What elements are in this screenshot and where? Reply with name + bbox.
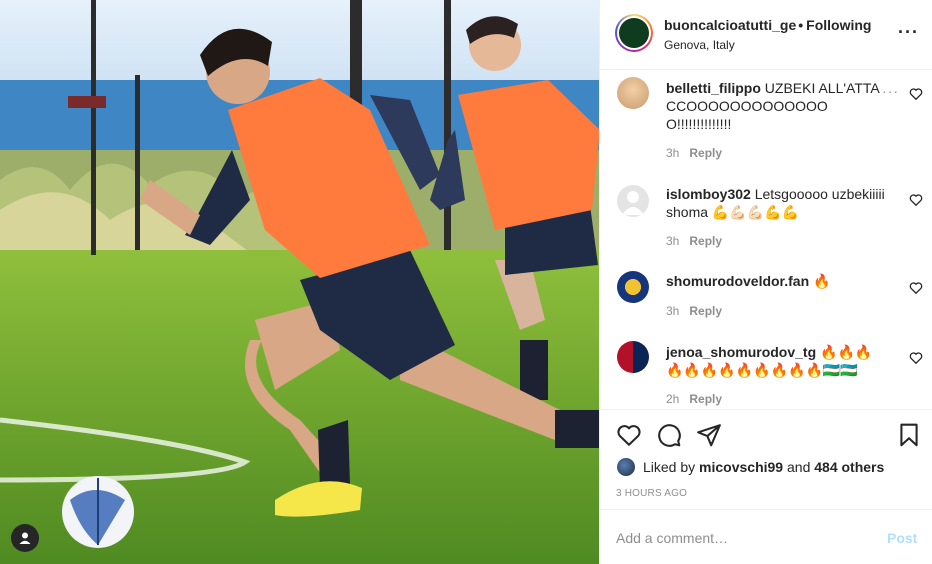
comment-time[interactable]: 3h bbox=[666, 234, 679, 248]
training-photo bbox=[0, 0, 599, 564]
post-location[interactable]: Genova, Italy bbox=[664, 38, 735, 52]
tagged-users-button[interactable] bbox=[11, 524, 39, 552]
separator-dot: • bbox=[798, 17, 804, 33]
comment-icon[interactable] bbox=[656, 422, 682, 448]
post-sidebar: buoncalcioatutti_ge • Following Genova, It… bbox=[599, 0, 932, 564]
comment-username[interactable]: jenoa_shomurodov_tg bbox=[666, 344, 816, 360]
author-username[interactable]: buoncalcioatutti_ge bbox=[664, 17, 796, 33]
comment-time[interactable]: 3h bbox=[666, 304, 679, 318]
author-avatar[interactable] bbox=[615, 14, 653, 52]
comment-emoji: 💪💪🏻💪🏻💪💪 bbox=[711, 204, 800, 220]
liker-avatar[interactable] bbox=[617, 458, 635, 476]
comment-time[interactable]: 3h bbox=[666, 146, 679, 160]
comment-text: jenoa_shomurodov_tg 🔥🔥🔥🔥🔥🔥🔥🔥🔥🔥🔥🔥🇺🇿🇺🇿 bbox=[666, 343, 888, 379]
comment-meta: 3h Reply bbox=[666, 304, 722, 318]
reply-button[interactable]: Reply bbox=[689, 234, 722, 248]
comment-username[interactable]: belletti_filippo bbox=[666, 80, 761, 96]
post-comment-button[interactable]: Post bbox=[887, 530, 917, 546]
comment-emoji: 🔥 bbox=[813, 273, 831, 289]
post-photo[interactable] bbox=[0, 0, 599, 564]
post-header: buoncalcioatutti_ge • Following Genova, It… bbox=[600, 0, 932, 70]
comment-like-icon[interactable] bbox=[909, 351, 923, 365]
comment-text: shomurodoveldor.fan 🔥 bbox=[666, 272, 888, 290]
add-comment-bar: Post bbox=[600, 509, 932, 564]
post-timestamp[interactable]: 3 HOURS AGO bbox=[616, 488, 687, 499]
reply-button[interactable]: Reply bbox=[689, 392, 722, 406]
comment-text: belletti_filippo UZBEKI ALL'ATTACCOOOOOO… bbox=[666, 79, 888, 133]
liker-username[interactable]: micovschi99 bbox=[699, 459, 783, 475]
reply-button[interactable]: Reply bbox=[689, 304, 722, 318]
comment-input[interactable] bbox=[616, 527, 866, 549]
comment-time[interactable]: 2h bbox=[666, 392, 679, 406]
reply-button[interactable]: Reply bbox=[689, 146, 722, 160]
user-tag-icon bbox=[19, 532, 31, 544]
likes-summary: Liked by micovschi99 and 484 others bbox=[617, 458, 884, 476]
commenter-avatar[interactable] bbox=[617, 271, 649, 303]
bookmark-icon[interactable] bbox=[896, 422, 922, 448]
likes-others-link[interactable]: 484 others bbox=[814, 459, 884, 475]
comment-username[interactable]: islomboy302 bbox=[666, 186, 751, 202]
default-avatar-icon bbox=[622, 191, 644, 215]
comment-meta: 2h Reply bbox=[666, 392, 722, 406]
author-line: buoncalcioatutti_ge • Following bbox=[664, 17, 871, 33]
share-icon[interactable] bbox=[696, 422, 722, 448]
commenter-avatar[interactable] bbox=[617, 185, 649, 217]
comment-meta: 3h Reply bbox=[666, 234, 722, 248]
commenter-avatar[interactable] bbox=[617, 77, 649, 109]
comment-text: islomboy302 Letsgooooo uzbekiiiii shoma … bbox=[666, 185, 888, 221]
post-actions: Liked by micovschi99 and 484 others 3 HO… bbox=[600, 409, 932, 509]
comment-like-icon[interactable] bbox=[909, 87, 923, 101]
comment-meta: 3h Reply bbox=[666, 146, 722, 160]
comment-options-icon[interactable]: ··· bbox=[882, 83, 899, 99]
likes-middle: and bbox=[787, 459, 811, 475]
following-button[interactable]: Following bbox=[806, 17, 871, 33]
more-options-icon[interactable]: ··· bbox=[898, 22, 924, 42]
comment-like-icon[interactable] bbox=[909, 281, 923, 295]
comments-list[interactable]: belletti_filippo UZBEKI ALL'ATTACCOOOOOO… bbox=[600, 71, 932, 409]
heart-icon[interactable] bbox=[616, 422, 642, 448]
comment-like-icon[interactable] bbox=[909, 193, 923, 207]
commenter-avatar[interactable] bbox=[617, 341, 649, 373]
likes-prefix: Liked by bbox=[643, 459, 696, 475]
comment-username[interactable]: shomurodoveldor.fan bbox=[666, 273, 809, 289]
